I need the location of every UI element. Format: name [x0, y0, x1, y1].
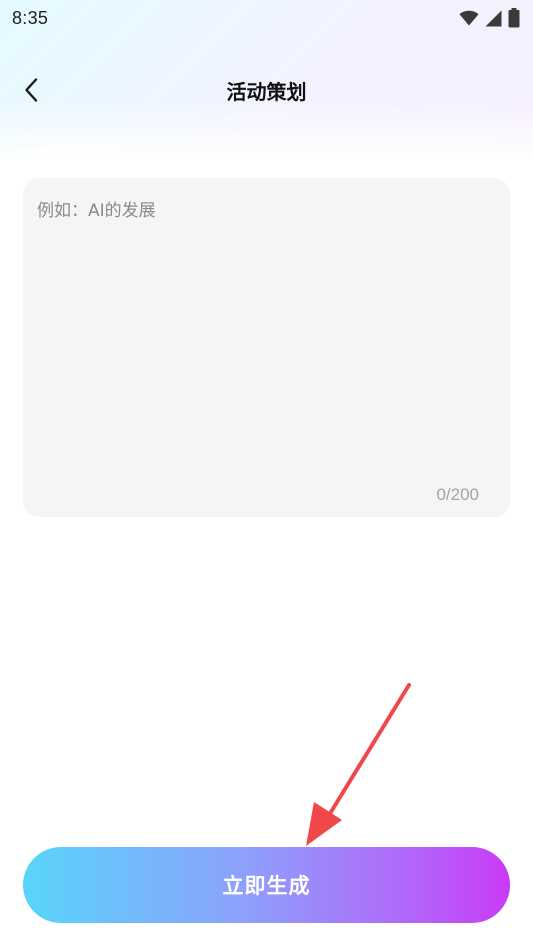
status-bar: 8:35	[0, 0, 533, 36]
prompt-input-card: 0/200	[23, 178, 510, 517]
generate-now-button[interactable]: 立即生成	[23, 847, 510, 923]
wifi-icon	[459, 10, 479, 26]
chevron-left-icon	[25, 78, 38, 102]
back-button[interactable]	[14, 72, 50, 108]
prompt-textarea[interactable]	[23, 178, 510, 468]
character-counter: 0/200	[436, 485, 479, 504]
app-screen: 8:35 活动策划 例如：AI的发展 0/200 立即生成	[0, 0, 533, 945]
cellular-signal-icon	[485, 10, 502, 27]
battery-icon	[508, 8, 520, 28]
navigation-bar: 活动策划	[0, 62, 533, 118]
page-title: 活动策划	[226, 79, 307, 104]
status-icons	[459, 8, 520, 28]
status-time: 8:35	[12, 7, 49, 28]
